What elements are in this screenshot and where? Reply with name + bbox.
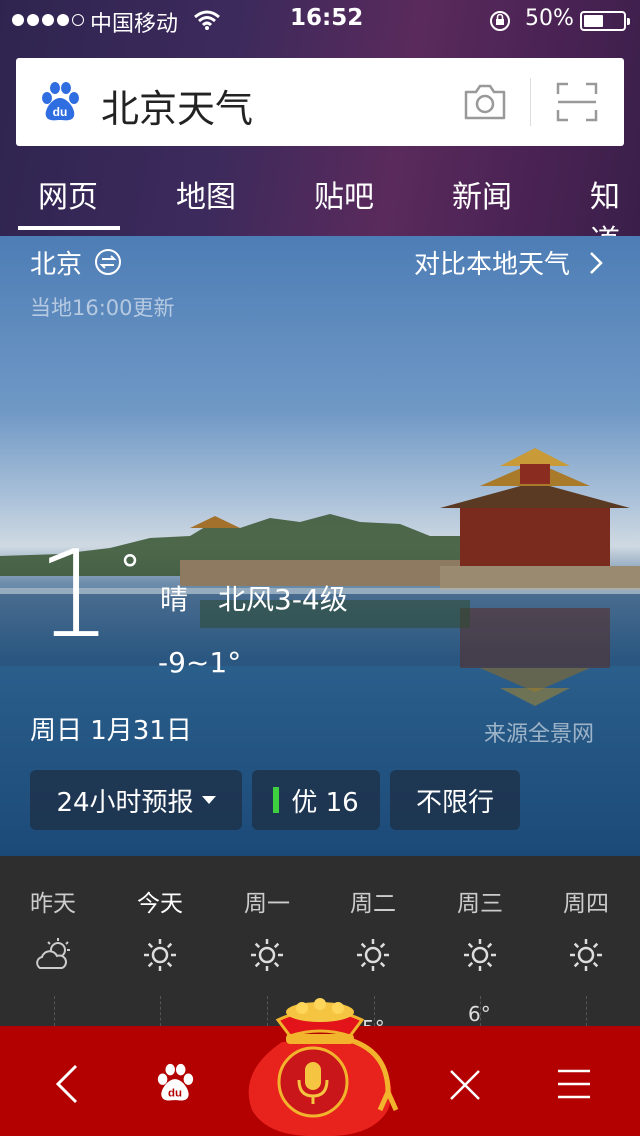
tab-web[interactable]: 网页 [38, 172, 98, 216]
forecast-day-tue[interactable]: 周二 [320, 884, 426, 976]
sun-icon [251, 939, 283, 971]
day-label: 周二 [350, 891, 396, 917]
partly-cloudy-icon [36, 938, 70, 969]
weather-card: 北京 当地16:00更新 对比本地天气 1 ° 晴 北风3-4级 -9~1° 周… [0, 236, 640, 856]
chevron-right-icon [590, 252, 603, 274]
sun-icon [357, 939, 389, 971]
clock: 16:52 [290, 5, 364, 31]
image-source: 来源全景网 [484, 722, 595, 747]
search-box[interactable]: du 北京天气 [16, 58, 624, 146]
tab-bar: 网页 地图 贴吧 新闻 知道 [0, 164, 640, 259]
sun-icon [570, 939, 602, 971]
rotation-lock-icon [490, 11, 510, 31]
day-label: 周四 [563, 891, 609, 917]
day-label: 昨天 [30, 891, 76, 917]
close-icon[interactable] [448, 1068, 482, 1102]
chart-gridline [54, 996, 55, 1026]
tab-map[interactable]: 地图 [176, 172, 236, 216]
update-time: 当地16:00更新 [30, 296, 175, 320]
battery-icon [580, 11, 630, 31]
sun-icon [144, 939, 176, 971]
degree-symbol: ° [120, 548, 140, 594]
weather-condition: 晴 [160, 583, 189, 616]
sun-icon [464, 939, 496, 971]
wifi-icon [194, 10, 220, 30]
chart-gridline [586, 996, 587, 1026]
day-label: 周三 [457, 891, 503, 917]
chart-gridline [160, 996, 161, 1026]
divider [530, 78, 531, 126]
status-bar: 中国移动 16:52 50% [0, 0, 640, 40]
temperature-range: -9~1° [158, 646, 242, 679]
baidu-home-icon[interactable]: du [154, 1062, 196, 1104]
24h-forecast-button[interactable]: 24小时预报 [30, 770, 242, 830]
back-icon[interactable] [54, 1064, 80, 1104]
active-tab-indicator [18, 226, 120, 230]
current-temperature: 1 [36, 526, 113, 665]
scan-icon[interactable] [556, 82, 598, 122]
traffic-restriction-label: 不限行 [415, 787, 494, 818]
svg-text:du: du [53, 105, 68, 119]
aqi-level-indicator [273, 787, 280, 813]
baidu-paw-icon: du [42, 82, 79, 121]
wind-info: 北风3-4级 [218, 583, 348, 616]
tab-tieba[interactable]: 贴吧 [314, 172, 374, 216]
aqi-label: 优 16 [291, 787, 359, 818]
24h-forecast-label: 24小时预报 [56, 787, 194, 818]
forecast-day-thu[interactable]: 周四 [533, 884, 639, 976]
camera-icon[interactable] [462, 82, 508, 122]
forecast-day-wed[interactable]: 周三 [427, 884, 533, 976]
day-label: 周一 [244, 891, 290, 917]
city-name[interactable]: 北京 [30, 244, 82, 281]
signal-strength-icon [12, 14, 84, 26]
high-temp-label: 6° [468, 1002, 491, 1026]
menu-icon[interactable] [556, 1068, 592, 1100]
weather-date: 周日 1月31日 [30, 716, 192, 746]
switch-city-icon[interactable] [94, 248, 122, 276]
search-input[interactable]: 北京天气 [101, 78, 253, 133]
battery-percent: 50% [525, 6, 574, 31]
forecast-day-yesterday[interactable]: 昨天 [0, 884, 106, 976]
carrier-name: 中国移动 [90, 12, 179, 37]
svg-text:du: du [168, 1087, 182, 1099]
compare-local-weather-link[interactable]: 对比本地天气 [414, 244, 570, 281]
forecast-day-today[interactable]: 今天 [107, 884, 213, 976]
traffic-restriction-button[interactable]: 不限行 [390, 770, 520, 830]
air-quality-button[interactable]: 优 16 [252, 770, 380, 830]
forecast-day-mon[interactable]: 周一 [214, 884, 320, 976]
day-label: 今天 [137, 891, 183, 917]
caret-down-icon [201, 796, 216, 804]
tab-news[interactable]: 新闻 [452, 172, 512, 216]
voice-search-lucky-bag-button[interactable] [238, 992, 402, 1136]
